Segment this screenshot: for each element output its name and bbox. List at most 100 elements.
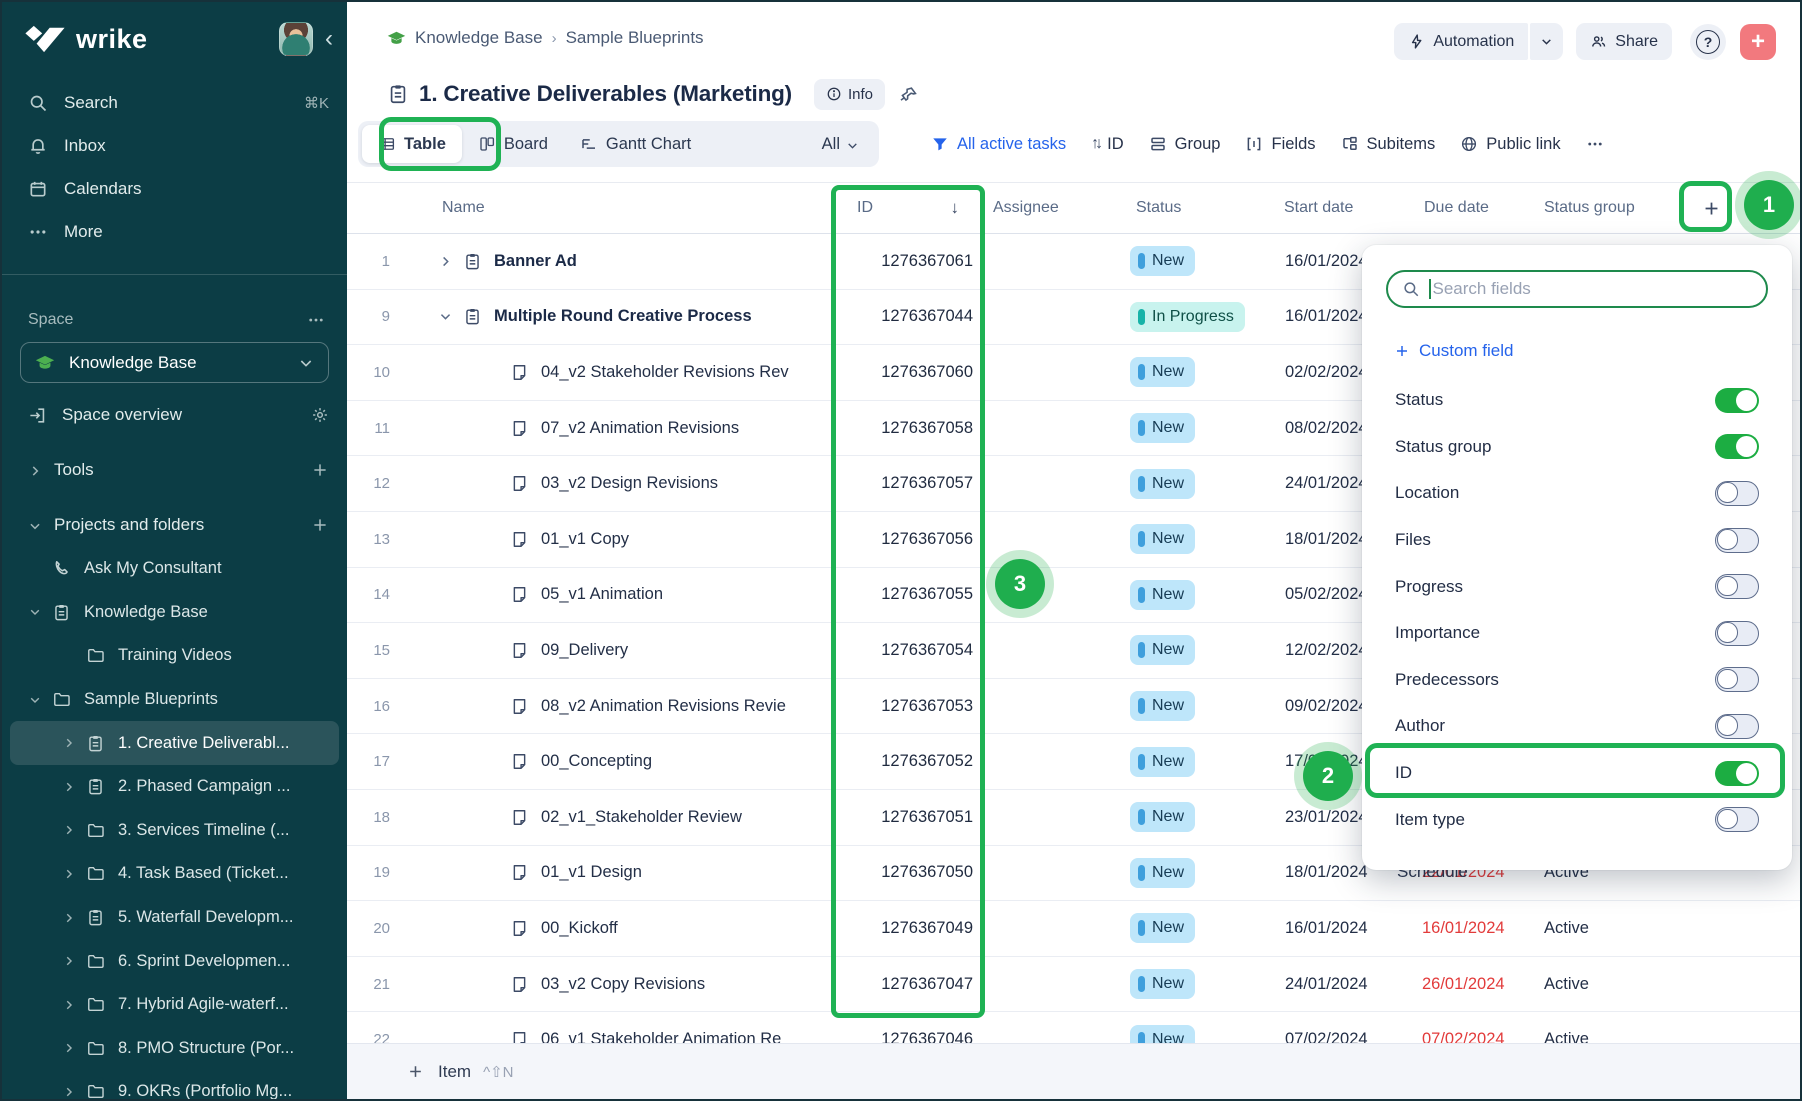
status-badge[interactable]: New — [1130, 969, 1195, 999]
sort-desc-icon[interactable]: ↓ — [951, 198, 960, 218]
status-cell[interactable]: New — [1122, 469, 1270, 499]
status-badge[interactable]: New — [1130, 913, 1195, 943]
sidebar-item-tools[interactable]: Tools — [2, 450, 347, 490]
breadcrumb-space[interactable]: Knowledge Base — [415, 28, 543, 48]
gear-icon[interactable] — [311, 406, 329, 424]
task-name-cell[interactable]: 01_v1 Copy — [402, 530, 832, 549]
column-header-status-group[interactable]: Status group — [1530, 199, 1670, 217]
status-badge[interactable]: New — [1130, 524, 1195, 554]
status-cell[interactable]: New — [1122, 913, 1270, 943]
toggle-off[interactable] — [1715, 621, 1759, 646]
fields-button[interactable]: Fields — [1245, 135, 1315, 154]
column-header-name[interactable]: Name — [402, 199, 832, 217]
toggle-off[interactable] — [1715, 481, 1759, 506]
sidebar-tree-item[interactable]: 2. Phased Campaign ... — [10, 765, 339, 809]
toggle-on[interactable] — [1715, 761, 1759, 786]
group-button[interactable]: Group — [1149, 135, 1221, 154]
status-badge[interactable]: New — [1130, 747, 1195, 777]
subitems-button[interactable]: Subitems — [1341, 135, 1436, 154]
space-selector[interactable]: Knowledge Base — [20, 342, 329, 383]
add-project-icon[interactable] — [311, 516, 329, 534]
sidebar-tree-item[interactable]: 6. Sprint Developmen... — [10, 939, 339, 983]
column-header-status[interactable]: Status — [1122, 199, 1270, 217]
status-cell[interactable]: New — [1122, 691, 1270, 721]
status-badge[interactable]: New — [1130, 246, 1195, 276]
toggle-off[interactable] — [1715, 714, 1759, 739]
field-toggle-row-importance[interactable]: Importance — [1362, 610, 1792, 657]
task-name-cell[interactable]: 02_v1_Stakeholder Review — [402, 808, 832, 827]
status-cell[interactable]: New — [1122, 635, 1270, 665]
info-button[interactable]: Info — [814, 79, 885, 110]
more-actions-icon[interactable] — [1586, 135, 1604, 153]
task-name-cell[interactable]: Banner Ad — [402, 252, 832, 271]
sidebar-nav-calendars[interactable]: Calendars — [2, 167, 347, 210]
status-badge[interactable]: New — [1130, 635, 1195, 665]
sidebar-tree-item[interactable]: 1. Creative Deliverabl... — [10, 721, 339, 765]
chevron-right-icon[interactable] — [62, 823, 76, 837]
add-new-button[interactable]: + — [1740, 24, 1776, 60]
tab-table[interactable]: Table — [362, 125, 462, 163]
chevron-right-icon[interactable] — [62, 954, 76, 968]
field-toggle-row-progress[interactable]: Progress — [1362, 563, 1792, 610]
task-name-cell[interactable]: 05_v1 Animation — [402, 585, 832, 604]
column-header-assignee[interactable]: Assignee — [987, 199, 1122, 217]
chevron-down-icon[interactable] — [28, 605, 42, 619]
status-badge[interactable]: In Progress — [1130, 302, 1245, 332]
task-name-cell[interactable]: 01_v1 Design — [402, 863, 832, 882]
task-name-cell[interactable]: 04_v2 Stakeholder Revisions Rev — [402, 363, 832, 382]
toggle-on[interactable] — [1715, 434, 1759, 459]
toggle-off[interactable] — [1715, 667, 1759, 692]
task-name-cell[interactable]: 07_v2 Animation Revisions — [402, 419, 832, 438]
sidebar-item-projects-and-folders[interactable]: Projects and folders — [2, 505, 347, 545]
task-name-cell[interactable]: 03_v2 Design Revisions — [402, 474, 832, 493]
status-cell[interactable]: New — [1122, 524, 1270, 554]
column-header-id[interactable]: ID ↓ — [832, 198, 987, 218]
toggle-off[interactable] — [1715, 574, 1759, 599]
add-custom-field-button[interactable]: Custom field — [1394, 337, 1513, 365]
status-cell[interactable]: New — [1122, 357, 1270, 387]
chevron-right-icon[interactable] — [62, 780, 76, 794]
tab-all-filter[interactable]: All — [806, 125, 875, 163]
chevron-down-icon[interactable] — [28, 693, 42, 707]
column-header-start-date[interactable]: Start date — [1270, 199, 1412, 217]
breadcrumb-folder[interactable]: Sample Blueprints — [566, 28, 704, 48]
sidebar-tree-item[interactable]: 8. PMO Structure (Por... — [10, 1027, 339, 1071]
field-toggle-row-status-group[interactable]: Status group — [1362, 424, 1792, 471]
sidebar-tree-item[interactable]: Sample Blueprints — [10, 678, 339, 722]
sidebar-tree-item[interactable]: Ask My Consultant — [10, 547, 339, 591]
collapse-sidebar-icon[interactable]: ‹ — [325, 27, 333, 51]
automation-button[interactable]: Automation — [1394, 23, 1528, 60]
toggle-off[interactable] — [1715, 807, 1759, 832]
sidebar-nav-search[interactable]: Search⌘K — [2, 81, 347, 124]
search-fields-input[interactable]: Search fields — [1386, 270, 1768, 308]
add-column-button[interactable] — [1692, 189, 1730, 227]
status-badge[interactable]: New — [1130, 580, 1195, 610]
chevron-right-icon[interactable] — [62, 998, 76, 1012]
sidebar-tree-item[interactable]: 5. Waterfall Developm... — [10, 896, 339, 940]
sidebar-tree-item[interactable]: 4. Task Based (Ticket... — [10, 852, 339, 896]
sidebar-tree-item[interactable]: Knowledge Base — [10, 591, 339, 635]
field-toggle-row-status[interactable]: Status — [1362, 377, 1792, 424]
task-name-cell[interactable]: 09_Delivery — [402, 641, 832, 660]
task-name-cell[interactable]: 08_v2 Animation Revisions Revie — [402, 697, 832, 716]
status-badge[interactable]: New — [1130, 858, 1195, 888]
sidebar-tree-item[interactable]: 3. Services Timeline (... — [10, 809, 339, 853]
sidebar-item-space-overview[interactable]: Space overview — [2, 395, 347, 435]
field-toggle-row-author[interactable]: Author — [1362, 703, 1792, 750]
field-toggle-row-item-type[interactable]: Item type — [1362, 796, 1792, 843]
task-name-cell[interactable]: 00_Concepting — [402, 752, 832, 771]
sidebar-tree-item[interactable]: 7. Hybrid Agile-waterf... — [10, 983, 339, 1027]
status-cell[interactable]: New — [1122, 246, 1270, 276]
chevron-right-icon[interactable] — [28, 463, 42, 477]
chevron-right-icon[interactable] — [62, 911, 76, 925]
share-button[interactable]: Share — [1576, 23, 1672, 60]
status-cell[interactable]: New — [1122, 969, 1270, 999]
add-tool-icon[interactable] — [311, 461, 329, 479]
status-badge[interactable]: New — [1130, 357, 1195, 387]
table-row[interactable]: 2103_v2 Copy Revisions1276367047New24/01… — [347, 957, 1800, 1013]
sidebar-tree-item[interactable]: Training Videos — [10, 634, 339, 678]
status-cell[interactable]: New — [1122, 413, 1270, 443]
status-badge[interactable]: New — [1130, 413, 1195, 443]
help-button[interactable]: ? — [1690, 24, 1726, 60]
chevron-right-icon[interactable] — [62, 1085, 76, 1099]
